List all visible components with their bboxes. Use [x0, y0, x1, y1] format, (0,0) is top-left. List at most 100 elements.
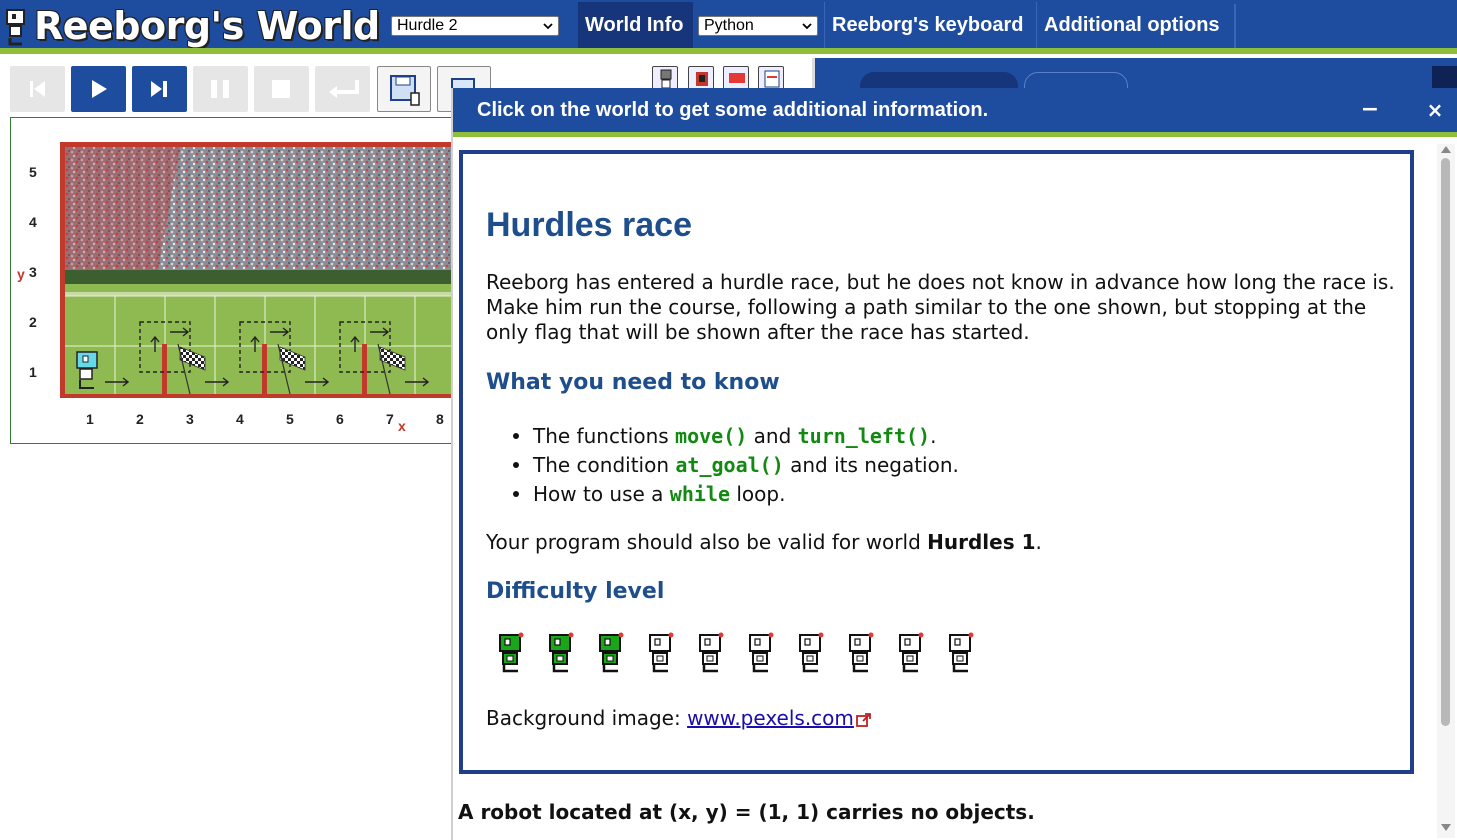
intro-line: Reeborg has entered a hurdle race, but h… [486, 270, 1395, 294]
x-tick: 3 [186, 411, 194, 427]
stop-icon [272, 80, 290, 98]
description-intro: Reeborg has entered a hurdle race, but h… [486, 270, 1395, 345]
scrollbar[interactable] [1437, 144, 1455, 838]
world-grid[interactable] [60, 142, 455, 398]
world-info-dialog: Click on the world to get some additiona… [451, 88, 1457, 840]
pexels-link[interactable]: www.pexels.com [687, 706, 854, 730]
code-at-goal: at_goal() [675, 453, 784, 477]
x-tick: 6 [336, 411, 344, 427]
difficulty-robot-filled-icon [549, 632, 574, 673]
bullet-text: . [930, 424, 937, 448]
step-forward-icon [151, 81, 167, 97]
header-divider [1234, 4, 1236, 48]
x-tick: 4 [236, 411, 244, 427]
chevron-down-icon [802, 23, 812, 30]
intro-line: Make him run the course, following a pat… [486, 295, 1367, 319]
bullet-text: How to use a [533, 482, 670, 506]
stop-button[interactable] [254, 66, 309, 112]
bug-tool-button[interactable] [688, 66, 714, 90]
difficulty-robot-empty-icon [849, 632, 874, 673]
y-tick: 3 [29, 264, 37, 280]
validity-note: Your program should also be valid for wo… [486, 530, 1042, 555]
y-tick: 5 [29, 164, 37, 180]
top-menu-bar: Reeborg's World Hurdle 2 World Info Pyth… [0, 0, 1457, 54]
step-back-button[interactable] [10, 66, 65, 112]
section-heading-difficulty: Difficulty level [486, 579, 665, 604]
scroll-up-arrow-icon[interactable] [1441, 146, 1451, 153]
scroll-down-arrow-icon[interactable] [1441, 824, 1451, 831]
bullet-dot [513, 462, 519, 468]
x-axis-label: x [398, 418, 406, 434]
play-icon [92, 80, 107, 98]
save-world-button[interactable] [377, 66, 431, 112]
world-select-value: Hurdle 2 [397, 17, 458, 34]
dialog-titlebar[interactable]: Click on the world to get some additiona… [453, 88, 1457, 132]
bullet-text: and [747, 424, 798, 448]
dialog-accent-stripe [453, 132, 1457, 137]
x-tick: 8 [436, 411, 444, 427]
x-tick: 2 [136, 411, 144, 427]
keyboard-button[interactable]: Reeborg's keyboard [824, 2, 1036, 48]
pause-icon [211, 80, 229, 98]
x-tick: 5 [286, 411, 294, 427]
difficulty-robot-filled-icon [599, 632, 624, 673]
y-tick: 2 [29, 314, 37, 330]
header-accent-stripe [0, 48, 1457, 54]
robot-status: A robot located at (x, y) = (1, 1) carri… [458, 800, 1035, 824]
y-tick: 1 [29, 364, 37, 380]
notes-tool-button[interactable] [758, 66, 784, 90]
run-button[interactable] [71, 66, 126, 112]
additional-options-button[interactable]: Additional options [1036, 2, 1234, 48]
external-link-icon [856, 712, 871, 727]
step-button[interactable] [132, 66, 187, 112]
difficulty-robot-empty-icon [699, 632, 724, 673]
code-turn-left: turn_left() [797, 424, 931, 448]
difficulty-robot-empty-icon [899, 632, 924, 673]
world-name: Hurdles 1 [927, 530, 1036, 554]
chevron-down-icon [543, 23, 553, 30]
language-select-value: Python [704, 17, 754, 34]
language-select[interactable]: Python [698, 16, 818, 36]
world-select[interactable]: Hurdle 2 [391, 16, 559, 36]
floppy-disk-icon [390, 75, 420, 106]
bullet-text: loop. [730, 482, 786, 506]
list-item: The condition at_goal() and its negation… [513, 453, 959, 477]
x-tick: 7 [386, 411, 394, 427]
list-item: The functions move() and turn_left(). [513, 424, 936, 448]
x-tick: 1 [86, 411, 94, 427]
credit-label: Background image: [486, 706, 688, 730]
world-description: Hurdles race Reeborg has entered a hurdl… [459, 150, 1414, 774]
y-axis-label: y [17, 266, 25, 282]
difficulty-robot-empty-icon [749, 632, 774, 673]
difficulty-robot-empty-icon [949, 632, 974, 673]
bullet-text: and its negation. [783, 453, 959, 477]
bullet-dot [513, 491, 519, 497]
validity-text: . [1035, 530, 1042, 554]
intro-line: only flag that will be shown after the r… [486, 320, 1030, 344]
step-back-icon [30, 81, 45, 97]
robot-tool-button[interactable] [652, 66, 678, 90]
minimize-button[interactable]: − [1358, 94, 1382, 126]
code-move: move() [675, 424, 748, 448]
validity-text: Your program should also be valid for wo… [486, 530, 928, 554]
app-logo: Reeborg's World [0, 0, 385, 48]
bullet-text: The functions [533, 424, 676, 448]
code-while: while [669, 482, 731, 506]
close-button[interactable]: × [1423, 94, 1447, 126]
bullet-dot [513, 433, 519, 439]
return-icon [329, 80, 359, 98]
section-heading-know: What you need to know [486, 370, 780, 395]
difficulty-robot-empty-icon [649, 632, 674, 673]
dialog-title: Click on the world to get some additiona… [477, 99, 989, 121]
y-tick: 4 [29, 214, 37, 230]
world-info-button[interactable]: World Info [578, 2, 693, 48]
reload-button[interactable] [315, 66, 370, 112]
bullet-text: The condition [533, 453, 676, 477]
pause-button[interactable] [193, 66, 248, 112]
flag-tool-button[interactable] [723, 66, 749, 90]
difficulty-rating [496, 632, 996, 674]
list-item: How to use a while loop. [513, 482, 785, 506]
difficulty-robot-filled-icon [499, 632, 524, 673]
scroll-thumb[interactable] [1441, 158, 1450, 726]
background-credit: Background image: www.pexels.com [486, 706, 872, 731]
